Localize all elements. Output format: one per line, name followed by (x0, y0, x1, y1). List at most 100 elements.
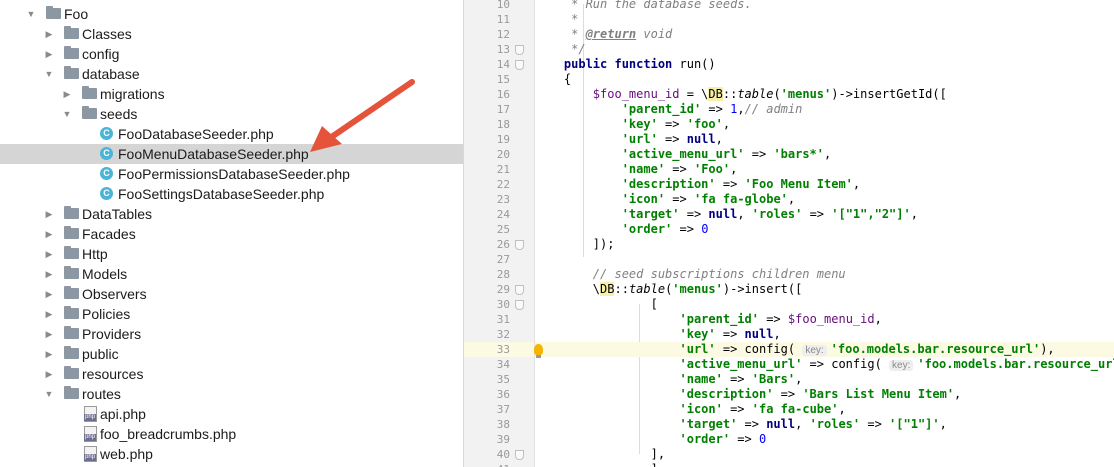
code-line[interactable]: 'active_menu_url' => config( key:'foo.mo… (535, 357, 1114, 372)
code-line[interactable]: 'order' => 0 (535, 222, 1114, 237)
code-line[interactable]: $foo_menu_id = \DB::table('menus')->inse… (535, 87, 1114, 102)
code-line[interactable]: * (535, 12, 1114, 27)
code-line[interactable]: 'order' => 0 (535, 432, 1114, 447)
code-editor[interactable]: * Run the database seeds. * * @return vo… (535, 0, 1114, 467)
chevron-right-icon[interactable]: ▶ (44, 204, 54, 224)
tree-folder-item[interactable]: ▶ Providers (0, 324, 463, 344)
gutter-line[interactable]: 24 (464, 207, 534, 222)
code-line[interactable]: 'key' => null, (535, 327, 1114, 342)
tree-folder-item[interactable]: ▶ DataTables (0, 204, 463, 224)
chevron-down-icon[interactable]: ▼ (26, 4, 36, 24)
chevron-down-icon[interactable]: ▼ (44, 64, 54, 84)
tree-file-item[interactable]: api.php (0, 404, 463, 424)
code-line[interactable]: * @return void (535, 27, 1114, 42)
code-line[interactable]: 'icon' => 'fa fa-cube', (535, 402, 1114, 417)
gutter-line[interactable]: 11 (464, 12, 534, 27)
lightbulb-icon[interactable] (534, 344, 543, 358)
gutter-line[interactable]: 31 (464, 312, 534, 327)
gutter-line[interactable]: 34 (464, 357, 534, 372)
code-line[interactable]: // seed subscriptions children menu (535, 267, 1114, 282)
code-line[interactable]: 'parent_id' => $foo_menu_id, (535, 312, 1114, 327)
code-line[interactable]: 'target' => null, 'roles' => '["1"]', (535, 417, 1114, 432)
gutter-line[interactable]: 36 (464, 387, 534, 402)
code-line[interactable]: 'description' => 'Bars List Menu Item', (535, 387, 1114, 402)
gutter-line[interactable]: 20 (464, 147, 534, 162)
gutter-line[interactable]: 35 (464, 372, 534, 387)
gutter-line[interactable]: 25 (464, 222, 534, 237)
gutter-line[interactable]: 22 (464, 177, 534, 192)
gutter-line[interactable]: 37 (464, 402, 534, 417)
editor-gutter[interactable]: 10 11 12 13 14 15 16 17 18 19 20 21 22 23 24 25 26 27 28 29… (464, 0, 534, 467)
code-line[interactable]: */ (535, 42, 1114, 57)
chevron-right-icon[interactable]: ▶ (44, 364, 54, 384)
code-line[interactable]: ], (535, 447, 1114, 462)
tree-folder-item[interactable]: ▶ config (0, 44, 463, 64)
tree-folder-item[interactable]: ▶ Models (0, 264, 463, 284)
gutter-line[interactable]: 40 (464, 447, 534, 462)
chevron-down-icon[interactable]: ▼ (62, 104, 72, 124)
code-line[interactable]: 'parent_id' => 1,// admin (535, 102, 1114, 117)
gutter-line[interactable]: 39 (464, 432, 534, 447)
chevron-right-icon[interactable]: ▶ (44, 24, 54, 44)
fold-marker-icon[interactable] (515, 300, 524, 310)
gutter-line[interactable]: 41 (464, 462, 534, 467)
code-line[interactable]: 'key' => 'foo', (535, 117, 1114, 132)
code-line[interactable]: 'target' => null, 'roles' => '["1","2"]'… (535, 207, 1114, 222)
chevron-down-icon[interactable]: ▼ (44, 384, 54, 404)
chevron-right-icon[interactable]: ▶ (62, 84, 72, 104)
gutter-line[interactable]: 29 (464, 282, 534, 297)
code-line[interactable]: ], (535, 462, 1114, 467)
chevron-right-icon[interactable]: ▶ (44, 324, 54, 344)
fold-marker-icon[interactable] (515, 60, 524, 70)
gutter-line[interactable]: 30 (464, 297, 534, 312)
code-line[interactable]: 'url' => config( key:'foo.models.bar.res… (535, 342, 1114, 357)
tree-file-item[interactable]: C FooSettingsDatabaseSeeder.php (0, 184, 463, 204)
tree-file-item[interactable]: C FooPermissionsDatabaseSeeder.php (0, 164, 463, 184)
chevron-right-icon[interactable]: ▶ (44, 344, 54, 364)
gutter-line[interactable]: 17 (464, 102, 534, 117)
gutter-line[interactable]: 33 (464, 342, 534, 357)
tree-folder-item[interactable]: ▶ Facades (0, 224, 463, 244)
gutter-line[interactable]: 18 (464, 117, 534, 132)
code-line[interactable]: [ (535, 297, 1114, 312)
gutter-line[interactable]: 27 (464, 252, 534, 267)
fold-marker-icon[interactable] (515, 450, 524, 460)
tree-folder-item[interactable]: ▶ resources (0, 364, 463, 384)
gutter-line[interactable]: 32 (464, 327, 534, 342)
fold-marker-icon[interactable] (515, 285, 524, 295)
code-line[interactable] (535, 252, 1114, 267)
code-line[interactable]: public function run() (535, 57, 1114, 72)
fold-marker-icon[interactable] (515, 240, 524, 250)
gutter-line[interactable]: 19 (464, 132, 534, 147)
chevron-right-icon[interactable]: ▶ (44, 304, 54, 324)
tree-folder-item[interactable]: ▶ Classes (0, 24, 463, 44)
chevron-right-icon[interactable]: ▶ (44, 224, 54, 244)
fold-marker-icon[interactable] (515, 45, 524, 55)
gutter-line[interactable]: 15 (464, 72, 534, 87)
code-line[interactable]: ]); (535, 237, 1114, 252)
tree-folder-item[interactable]: ▼ routes (0, 384, 463, 404)
gutter-line[interactable]: 28 (464, 267, 534, 282)
gutter-line[interactable]: 16 (464, 87, 534, 102)
code-line[interactable]: * Run the database seeds. (535, 0, 1114, 12)
gutter-line[interactable]: 26 (464, 237, 534, 252)
gutter-line[interactable]: 12 (464, 27, 534, 42)
code-line[interactable]: 'icon' => 'fa fa-globe', (535, 192, 1114, 207)
tree-file-item[interactable]: foo_breadcrumbs.php (0, 424, 463, 444)
code-line[interactable]: 'name' => 'Foo', (535, 162, 1114, 177)
code-line[interactable]: { (535, 72, 1114, 87)
code-line[interactable]: 'name' => 'Bars', (535, 372, 1114, 387)
gutter-line[interactable]: 14 (464, 57, 534, 72)
chevron-right-icon[interactable]: ▶ (44, 244, 54, 264)
tree-folder-item[interactable]: ▶ public (0, 344, 463, 364)
tree-folder-item[interactable]: ▶ Observers (0, 284, 463, 304)
gutter-line[interactable]: 13 (464, 42, 534, 57)
code-line[interactable]: \DB::table('menus')->insert([ (535, 282, 1114, 297)
chevron-right-icon[interactable]: ▶ (44, 264, 54, 284)
tree-file-item[interactable]: web.php (0, 444, 463, 464)
code-line[interactable]: 'description' => 'Foo Menu Item', (535, 177, 1114, 192)
code-line[interactable]: 'active_menu_url' => 'bars*', (535, 147, 1114, 162)
tree-folder-item[interactable]: ▶ Policies (0, 304, 463, 324)
code-line[interactable]: 'url' => null, (535, 132, 1114, 147)
tree-folder-item[interactable]: ▼ Foo (0, 4, 463, 24)
